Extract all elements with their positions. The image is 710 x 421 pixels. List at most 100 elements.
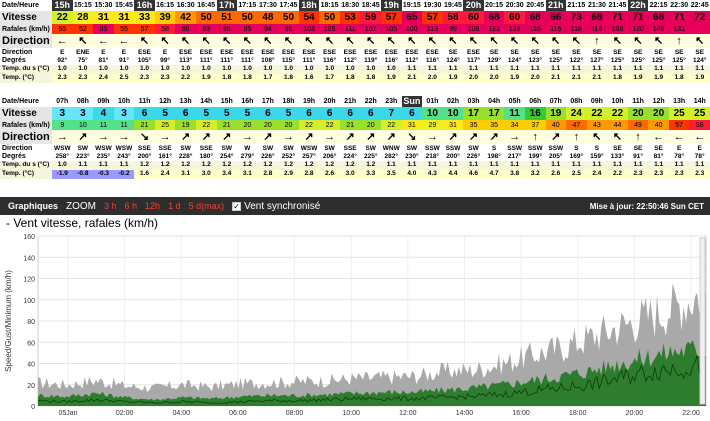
time-header: 12h (154, 96, 176, 107)
direction-cell: SSW 218° (422, 144, 443, 161)
wind-direction-arrow-icon: ↖ (360, 34, 381, 48)
time-header: 05h (504, 96, 525, 107)
ground-temp-cell: 1.2 (175, 161, 196, 170)
speed-cell: 42 (175, 11, 196, 24)
ground-temp-cell: 1.2 (195, 161, 217, 170)
speed-cell: 16 (524, 107, 546, 120)
speed-cell: 57 (381, 11, 402, 24)
direction-code: SSW (548, 144, 564, 152)
gust-cell: 120 (627, 24, 649, 34)
time-header: 14h (689, 96, 710, 107)
ground-temp-cell: 1.1 (627, 161, 649, 170)
zoom-12h-button[interactable]: 12h (145, 201, 160, 211)
time-header: 03h (463, 96, 484, 107)
direction-cell: SE 123° (524, 48, 546, 65)
speed-cell: 22 (52, 11, 73, 24)
time-header: 13h (668, 96, 690, 107)
gust-cell: 10 (72, 120, 94, 130)
direction-code: SE (633, 48, 643, 56)
ground-temp-cell: 1.1 (627, 65, 649, 74)
direction-code: ESE (179, 48, 193, 56)
gust-cell: 57 (134, 24, 155, 34)
gust-cell: 35 (463, 120, 484, 130)
gust-cell: 96 (278, 24, 299, 34)
temp-cell: 2.1 (545, 74, 567, 83)
ground-temp-cell: 1.0 (339, 65, 361, 74)
direction-degrees: 116° (323, 56, 337, 64)
ground-temp-cell: 1.1 (422, 161, 443, 170)
gust-cell: 25 (154, 120, 176, 130)
zoom-1d-button[interactable]: 1 d (168, 201, 181, 211)
x-tick-label: 22:00 (682, 410, 700, 417)
row-label: Date/Heure (0, 96, 52, 107)
temp-cell: 1.7 (257, 74, 279, 83)
tomorrow-speed-row: Vitesse 3 3 4 3 6 5 6 5 5 5 6 5 6 6 6 6 7 6 10 10 17 17 11 16 19 2… (0, 107, 710, 120)
x-tick-label: 08:00 (286, 410, 304, 417)
graph-toolbar: Graphiques ZOOM 3 h 6 h 12h 1 d 5 d(max)… (0, 197, 710, 215)
wind-direction-arrow-icon: ↗ (442, 130, 464, 144)
direction-degrees: 223° (76, 152, 90, 160)
gust-cell: 103 (298, 24, 320, 34)
speed-cell: 71 (607, 11, 628, 24)
direction-code: SSW (445, 144, 461, 152)
temp-cell: 1.9 (648, 74, 669, 83)
temp-cell: 2.3 (154, 74, 176, 83)
ground-temp-cell: 1.1 (524, 65, 546, 74)
direction-degrees: 243° (117, 152, 131, 160)
direction-code: ESE (425, 48, 439, 56)
y-tick-label: 160 (23, 234, 35, 241)
ground-temp-cell: 1.1 (72, 161, 94, 170)
zoom-3h-button[interactable]: 3 h (104, 201, 117, 211)
tomorrow-date-row: Date/Heure 07h 08h 09h 10h 11h 12h 13h 14h 15h 16h… (0, 96, 710, 107)
direction-code: ESE (240, 48, 254, 56)
speed-cell: 28 (72, 11, 94, 24)
direction-code: SE (613, 144, 622, 152)
gust-cell: 44 (607, 120, 628, 130)
direction-degrees: 257° (302, 152, 316, 160)
speed-cell: 3 (72, 107, 94, 120)
direction-cell: WSW 243° (113, 144, 135, 161)
speed-cell: 72 (689, 11, 710, 24)
wind-direction-arrow-icon: ↖ (586, 130, 608, 144)
time-header: 20:30 (504, 0, 525, 11)
gust-cell: 57 (668, 120, 690, 130)
speed-cell: 60 (504, 11, 525, 24)
row-label: Temp. du s (°C) (0, 161, 52, 170)
time-header: 22h (360, 96, 381, 107)
wind-direction-arrow-icon: ↖ (319, 34, 340, 48)
ground-temp-cell: 1.0 (195, 65, 217, 74)
checkbox-checked-icon[interactable]: ✓ (232, 201, 242, 211)
direction-cell: SW 252° (278, 144, 299, 161)
temp-cell: 1.9 (442, 74, 464, 83)
gust-cell: 55 (113, 24, 135, 34)
speed-cell: 68 (483, 11, 505, 24)
direction-degrees: 124° (507, 56, 522, 64)
speed-cell: 10 (442, 107, 464, 120)
speed-cell: 4 (93, 107, 114, 120)
zoom-6h-button[interactable]: 6 h (125, 201, 138, 211)
temp-cell: 2.8 (298, 170, 320, 179)
direction-cell: SE 125° (545, 48, 567, 65)
wind-direction-arrow-icon: ↗ (72, 130, 94, 144)
direction-code: SW (262, 144, 274, 152)
temp-cell: 2.3 (627, 170, 649, 179)
wind-direction-arrow-icon: ↖ (524, 34, 546, 48)
sync-wind-toggle[interactable]: ✓ Vent synchronisé (232, 201, 320, 212)
direction-cell: SE 133° (607, 144, 628, 161)
wind-direction-arrow-icon: ↖ (607, 130, 628, 144)
chart-scrollbar[interactable] (699, 237, 706, 405)
temp-cell: 3.0 (339, 170, 361, 179)
wind-direction-arrow-icon: → (93, 130, 114, 144)
time-header: 19h (381, 0, 402, 11)
direction-code: S (574, 144, 579, 152)
ground-temp-cell: 1.1 (566, 65, 587, 74)
direction-cell: E 91° (113, 48, 135, 65)
time-header: 16h (237, 96, 258, 107)
wind-direction-arrow-icon: ↗ (463, 130, 484, 144)
ground-temp-cell: 1.0 (257, 65, 279, 74)
zoom-5d-button[interactable]: 5 d(max) (189, 201, 225, 211)
row-label: Date/Heure (0, 0, 52, 11)
time-header: 21h (339, 96, 361, 107)
row-label: Direction Degrés (0, 144, 52, 161)
direction-degrees: 112° (343, 56, 357, 64)
